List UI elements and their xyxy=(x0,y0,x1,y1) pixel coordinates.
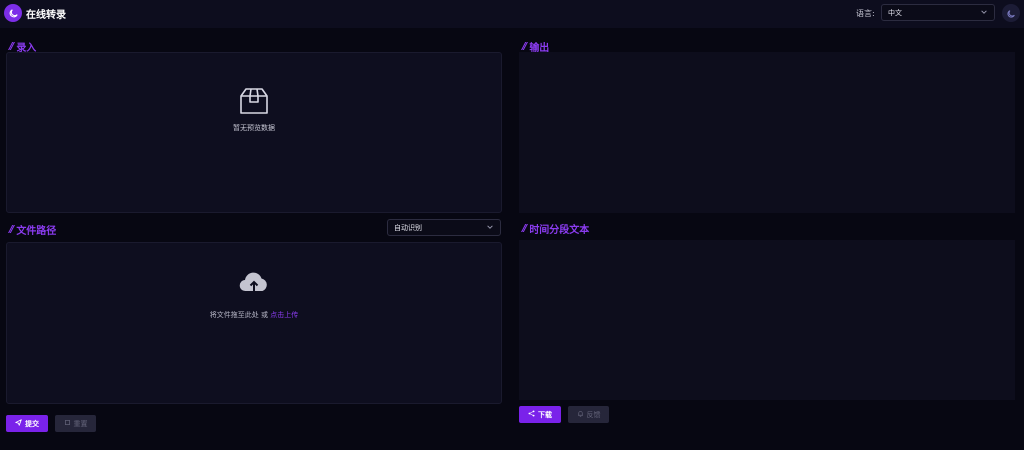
timestamp-panel xyxy=(519,240,1015,400)
section-marker-icon: // xyxy=(9,41,15,52)
theme-toggle-button[interactable] xyxy=(1002,4,1020,22)
chevron-down-icon xyxy=(486,223,494,233)
bell-icon xyxy=(577,410,584,419)
empty-state: 暂无预览数据 xyxy=(7,87,501,133)
top-bar: 在线转录 语言: 中文 xyxy=(0,0,1024,28)
upload-hint: 将文件拖至此处 或 点击上传 xyxy=(210,310,298,320)
output-panel xyxy=(519,52,1015,213)
language-select-value: 中文 xyxy=(888,9,902,17)
feedback-button[interactable]: 反馈 xyxy=(568,406,609,423)
share-icon xyxy=(528,410,535,419)
record-panel: 暂无预览数据 xyxy=(6,52,502,213)
moon-logo-icon xyxy=(4,4,22,22)
section-marker-icon: // xyxy=(522,41,528,52)
upload-area: 将文件拖至此处 或 点击上传 xyxy=(7,270,501,320)
click-upload-link[interactable]: 点击上传 xyxy=(270,311,298,319)
recognition-mode-value: 自动识别 xyxy=(394,224,422,232)
reset-label: 重置 xyxy=(73,419,88,428)
upload-dropzone[interactable]: 将文件拖至此处 或 点击上传 xyxy=(6,242,502,404)
upload-hint-text: 将文件拖至此处 或 xyxy=(209,311,271,319)
feedback-label: 反馈 xyxy=(586,410,601,419)
section-marker-icon: // xyxy=(9,224,15,235)
cloud-upload-icon xyxy=(239,270,269,298)
submit-button[interactable]: 提交 xyxy=(6,415,48,432)
app-title: 在线转录 xyxy=(26,10,66,21)
moon-icon xyxy=(1006,4,1016,23)
download-button[interactable]: 下载 xyxy=(519,406,561,423)
timestamp-title-text: 时间分段文本 xyxy=(529,225,590,236)
file-section-title: // 文件路径 xyxy=(9,222,56,237)
language-select[interactable]: 中文 xyxy=(881,4,995,21)
recognition-mode-select[interactable]: 自动识别 xyxy=(387,219,501,236)
submit-label: 提交 xyxy=(25,419,39,428)
empty-state-text: 暂无预览数据 xyxy=(233,124,275,132)
box-icon xyxy=(238,87,270,119)
send-icon xyxy=(15,419,22,428)
section-marker-icon: // xyxy=(522,223,528,234)
reset-button[interactable]: 重置 xyxy=(55,415,96,432)
download-label: 下载 xyxy=(538,410,552,419)
chevron-down-icon xyxy=(980,8,988,18)
reset-icon xyxy=(64,419,71,428)
file-title-text: 文件路径 xyxy=(16,226,57,237)
language-label: 语言: xyxy=(856,9,875,18)
timestamp-section-title: // 时间分段文本 xyxy=(522,221,589,236)
